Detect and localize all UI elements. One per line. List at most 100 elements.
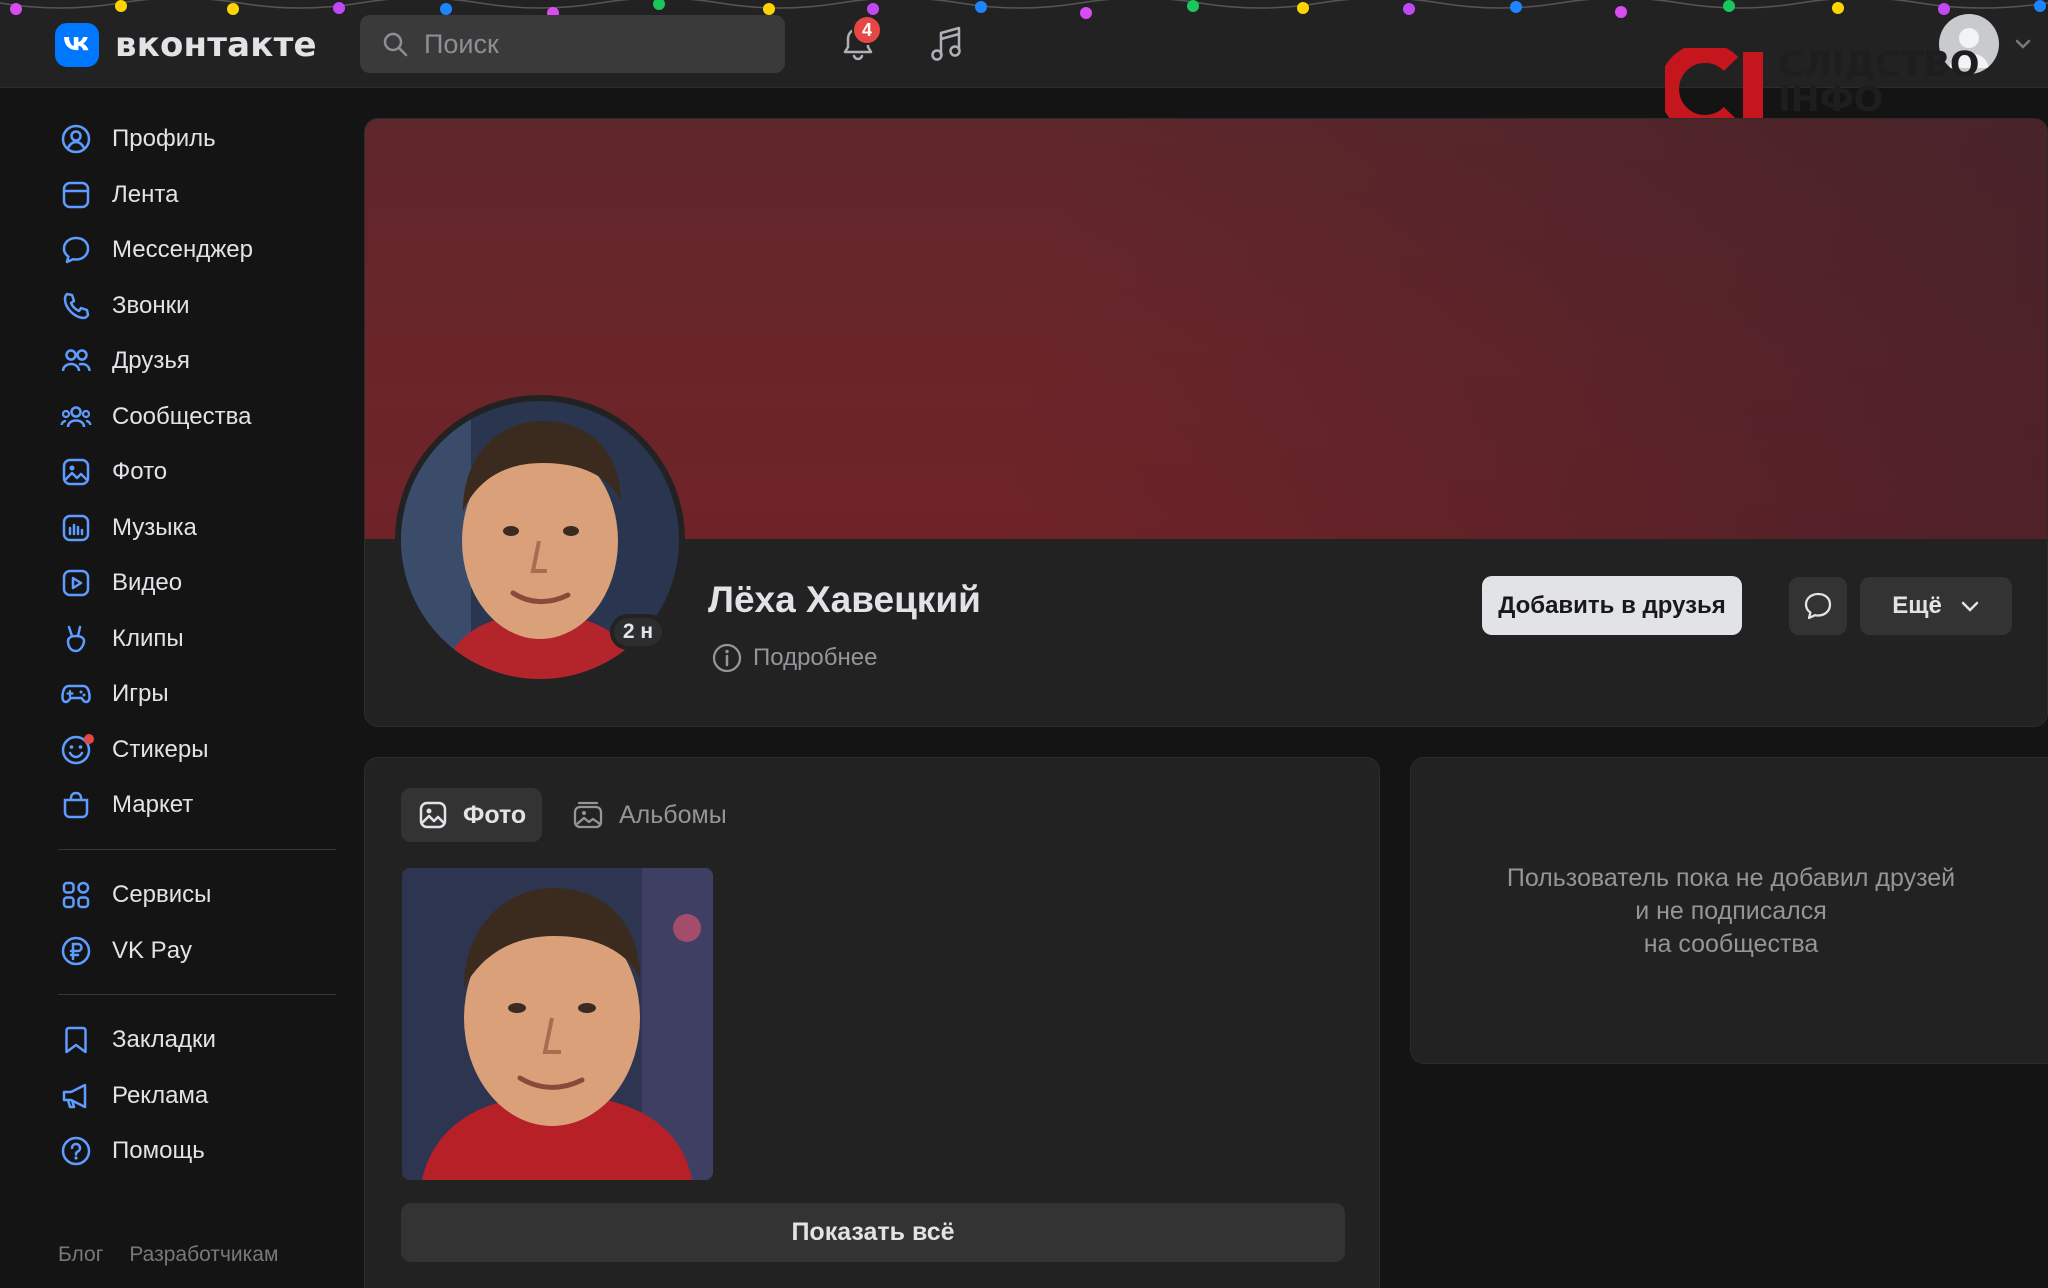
sidebar-item-photos[interactable]: Фото [58, 446, 338, 498]
search-input[interactable] [424, 28, 744, 60]
more-actions-button[interactable]: Ещё [1860, 577, 2012, 635]
music-icon [58, 510, 94, 546]
sidebar-item-label: Закладки [112, 1026, 216, 1053]
sidebar-item-feed[interactable]: Лента [58, 169, 338, 221]
messenger-icon [58, 232, 94, 268]
sidebar-item-label: Сообщества [112, 403, 252, 430]
send-message-button[interactable] [1789, 577, 1847, 635]
sidebar-divider [58, 994, 336, 995]
sidebar-item-label: Стикеры [112, 736, 209, 763]
communities-icon [58, 399, 94, 435]
sidebar-item-calls[interactable]: Звонки [58, 280, 338, 332]
sidebar-item-market[interactable]: Маркет [58, 779, 338, 831]
sidebar-item-video[interactable]: Видео [58, 557, 338, 609]
sidebar-item-stickers[interactable]: Стикеры [58, 724, 338, 776]
left-sidebar: Профиль Лента Мессенджер Звонки Друзья С… [0, 89, 360, 1288]
sidebar-item-label: Помощь [112, 1137, 205, 1164]
sidebar-item-communities[interactable]: Сообщества [58, 391, 338, 443]
vkpay-ruble-icon [58, 933, 94, 969]
chevron-down-icon[interactable] [2014, 38, 2032, 50]
search-box[interactable] [360, 15, 785, 73]
friends-icon [58, 343, 94, 379]
sidebar-item-bookmarks[interactable]: Закладки [58, 1014, 338, 1066]
megaphone-icon [58, 1078, 94, 1114]
message-bubble-icon [1804, 592, 1832, 620]
photo-thumbnail[interactable] [402, 868, 713, 1180]
sidebar-item-profile[interactable]: Профиль [58, 113, 338, 165]
tab-photos[interactable]: Фото [401, 788, 543, 842]
friends-block: Пользователь пока не добавил друзей и не… [1410, 757, 2048, 1064]
profile-icon [58, 121, 94, 157]
sidebar-item-label: Видео [112, 569, 183, 596]
stickers-icon [58, 732, 94, 768]
footer-link-developers[interactable]: Разработчикам [129, 1243, 278, 1267]
logo-text: вконтакте [115, 25, 317, 65]
sidebar-item-label: Игры [112, 680, 169, 707]
bookmark-icon [58, 1022, 94, 1058]
albums-icon [573, 801, 603, 829]
sidebar-item-label: Мессенджер [112, 236, 253, 263]
no-friends-line: Пользователь пока не добавил друзей [1506, 864, 1956, 892]
sidebar-item-label: Маркет [112, 791, 194, 818]
chevron-down-icon [1961, 601, 1979, 612]
sidebar-item-label: Фото [112, 458, 168, 485]
phone-icon [58, 288, 94, 324]
sidebar-item-friends[interactable]: Друзья [58, 335, 338, 387]
garland-lights-decoration [0, 0, 2048, 19]
more-label: Ещё [1892, 592, 1942, 619]
music-note-icon [931, 26, 961, 61]
tab-albums-label: Альбомы [619, 800, 727, 829]
no-friends-message: Пользователь пока не добавил друзей и не… [1411, 862, 2048, 961]
sidebar-item-label: Профиль [112, 125, 216, 152]
watermark-text: СЛІДСТВО ІНФО [1778, 45, 1979, 120]
sidebar-item-label: Звонки [112, 292, 190, 319]
search-icon [383, 32, 408, 57]
profile-header-card: 2 н Лёха Хавецкий Подробнее Добавить в д… [364, 118, 2048, 727]
photos-block: Фото Альбомы Показать всё [364, 757, 1380, 1288]
new-indicator-dot [84, 734, 94, 744]
footer-link-blog[interactable]: Блог [58, 1243, 103, 1267]
no-friends-line: и не подписался [1635, 897, 1827, 925]
help-icon [58, 1133, 94, 1169]
market-bag-icon [58, 787, 94, 823]
sidebar-item-services[interactable]: Сервисы [58, 869, 338, 921]
last-seen-badge: 2 н [610, 614, 666, 650]
no-friends-line: на сообщества [1643, 930, 1819, 958]
tab-photos-label: Фото [463, 800, 527, 829]
sidebar-item-label: Лента [112, 181, 179, 208]
profile-details-link[interactable]: Подробнее [711, 642, 877, 674]
notifications-count-badge: 4 [852, 15, 882, 45]
sidebar-item-games[interactable]: Игры [58, 668, 338, 720]
clips-icon [58, 621, 94, 657]
music-player-button[interactable] [918, 16, 974, 72]
sidebar-item-label: VK Pay [112, 937, 193, 964]
sidebar-item-label: Музыка [112, 514, 197, 541]
add-friend-button[interactable]: Добавить в друзья [1482, 576, 1742, 635]
sidebar-item-label: Клипы [112, 625, 184, 652]
sidebar-item-messenger[interactable]: Мессенджер [58, 224, 338, 276]
photo-icon [58, 454, 94, 490]
show-all-photos-button[interactable]: Показать всё [401, 1203, 1345, 1262]
sidebar-item-label: Друзья [112, 347, 190, 374]
sidebar-item-clips[interactable]: Клипы [58, 613, 338, 665]
video-icon [58, 565, 94, 601]
sidebar-item-label: Сервисы [112, 881, 212, 908]
gamepad-icon [58, 676, 94, 712]
footer-links: Блог Разработчикам [58, 1243, 278, 1267]
feed-icon [58, 177, 94, 213]
photo-thumbnail-image [402, 868, 713, 1180]
sidebar-item-label: Реклама [112, 1082, 209, 1109]
photo-icon [419, 801, 447, 829]
sidebar-item-music[interactable]: Музыка [58, 502, 338, 554]
profile-name: Лёха Хавецкий [708, 579, 981, 620]
vk-logo[interactable]: вконтакте [55, 23, 317, 67]
details-label: Подробнее [753, 644, 878, 671]
info-icon [712, 643, 742, 673]
sidebar-item-help[interactable]: Помощь [58, 1125, 338, 1177]
sidebar-item-vkpay[interactable]: VK Pay [58, 925, 338, 977]
vk-logo-icon [55, 23, 99, 67]
sidebar-divider [58, 849, 336, 850]
tab-albums[interactable]: Альбомы [555, 788, 743, 842]
sidebar-item-ads[interactable]: Реклама [58, 1070, 338, 1122]
services-grid-icon [58, 877, 94, 913]
